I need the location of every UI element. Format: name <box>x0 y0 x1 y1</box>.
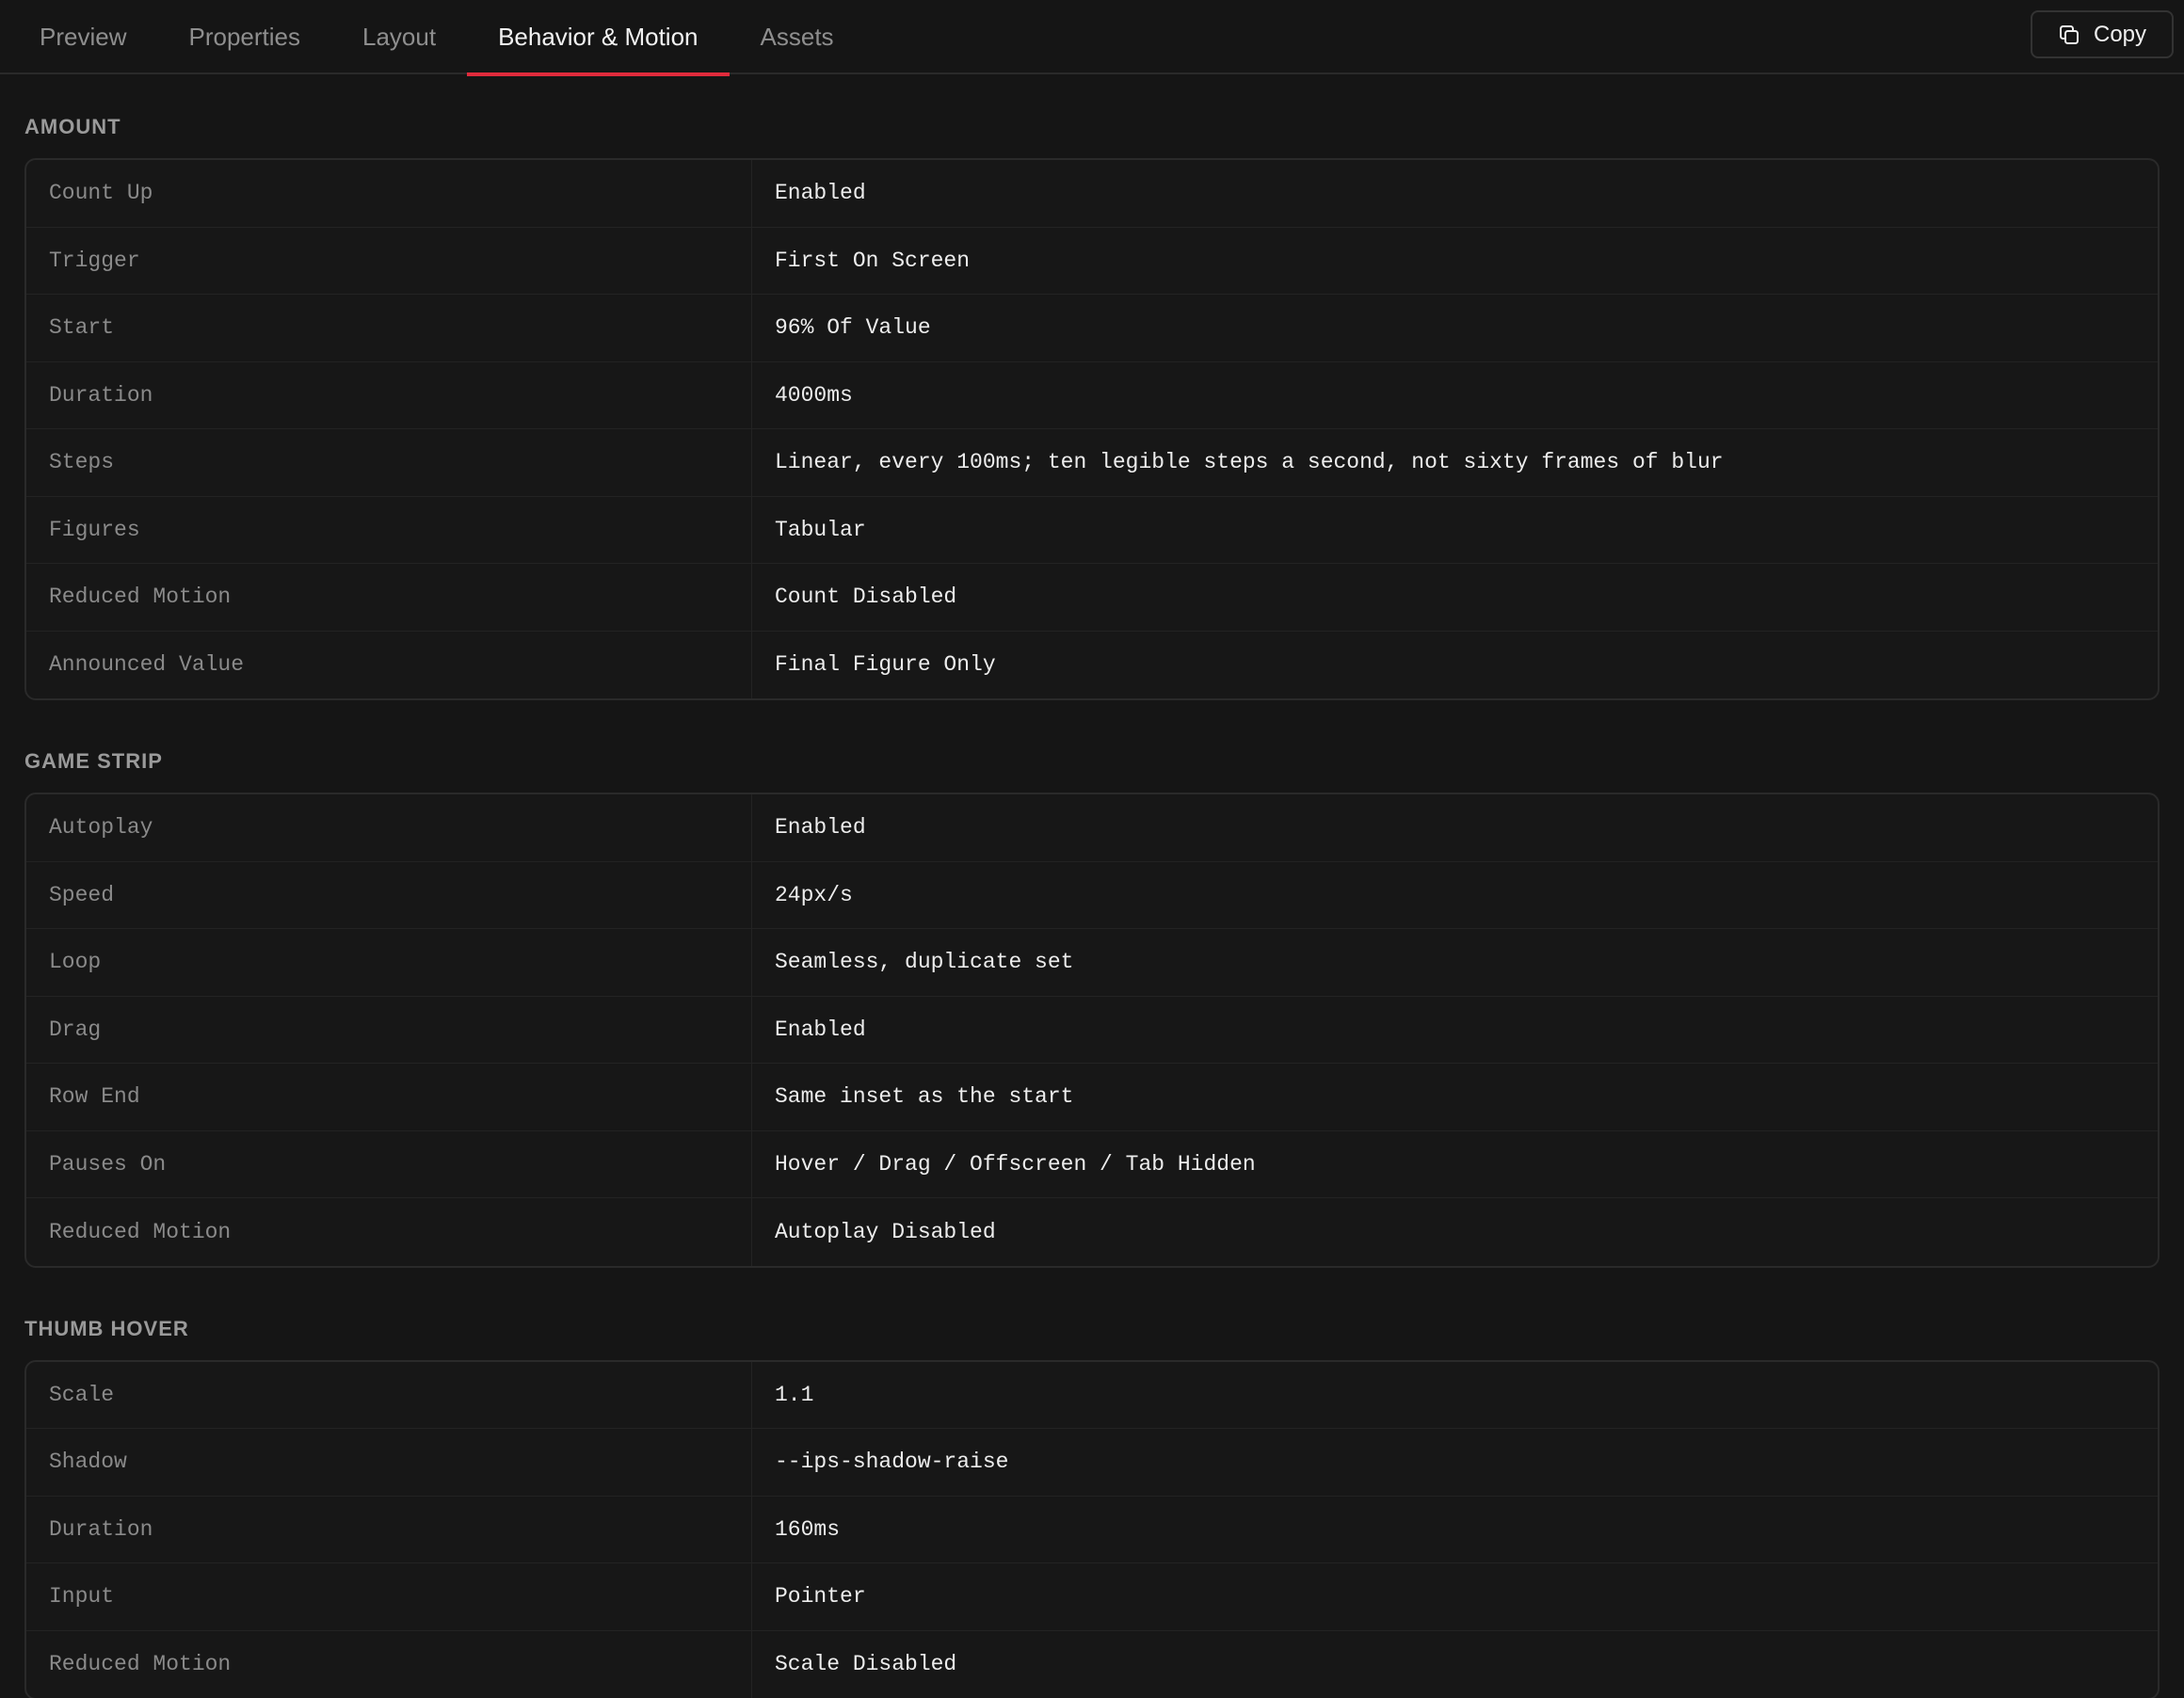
properties-table: Count Up Enabled Trigger First On Screen S… <box>24 158 2160 700</box>
row-key: Autoplay <box>26 794 752 861</box>
row-key: Start <box>26 295 752 361</box>
row-key: Speed <box>26 861 752 928</box>
tab-layout[interactable]: Layout <box>331 0 467 74</box>
table-row: Drag Enabled <box>26 996 2158 1064</box>
section-title: THUMB HOVER <box>24 1316 189 1340</box>
row-key: Reduced Motion <box>26 1630 752 1698</box>
tab-behavior-motion[interactable]: Behavior & Motion <box>467 0 730 76</box>
table-row: Autoplay Enabled <box>26 794 2158 862</box>
table-row: Pauses On Hover / Drag / Offscreen / Tab … <box>26 1130 2158 1198</box>
row-key: Duration <box>26 361 752 428</box>
row-key: Shadow <box>26 1429 752 1496</box>
row-value: Enabled <box>775 815 866 841</box>
table-row: Trigger First On Screen <box>26 227 2158 295</box>
row-value: 160ms <box>775 1516 841 1542</box>
row-value: Enabled <box>775 1017 866 1042</box>
section-game-strip: GAME STRIP Autoplay Enabled Speed 24px/s L… <box>24 700 2160 1268</box>
row-value: 96% Of Value <box>775 315 931 341</box>
table-row: Steps Linear, every 100ms; ten legible st… <box>26 429 2158 497</box>
row-value: Final Figure Only <box>775 652 996 678</box>
table-row: Start 96% Of Value <box>26 295 2158 362</box>
row-key: Row End <box>26 1064 752 1130</box>
table-row: Input Pointer <box>26 1563 2158 1631</box>
row-key: Announced Value <box>26 631 752 698</box>
table-row: Duration 4000ms <box>26 361 2158 429</box>
tab-bar: Preview Properties Layout Behavior & Mot… <box>0 0 2184 76</box>
row-value: 4000ms <box>775 382 853 408</box>
section-title: AMOUNT <box>24 115 121 138</box>
copy-icon <box>2058 24 2080 46</box>
row-value: Enabled <box>775 181 866 206</box>
row-value: Same inset as the start <box>775 1084 1074 1110</box>
row-key: Drag <box>26 996 752 1063</box>
row-key: Reduced Motion <box>26 564 752 631</box>
table-row: Count Up Enabled <box>26 160 2158 228</box>
copy-button-label: Copy <box>2093 21 2147 47</box>
tab-preview[interactable]: Preview <box>8 0 157 74</box>
tab-assets[interactable]: Assets <box>730 0 865 74</box>
row-value: Linear, every 100ms; ten legible steps a… <box>775 450 1724 475</box>
row-key: Duration <box>26 1496 752 1562</box>
table-row: Reduced Motion Autoplay Disabled <box>26 1198 2158 1266</box>
row-value: Hover / Drag / Offscreen / Tab Hidden <box>775 1151 1256 1177</box>
properties-table: Scale 1.1 Shadow --ips-shadow-raise Durati… <box>24 1359 2160 1698</box>
row-value: Scale Disabled <box>775 1652 957 1677</box>
row-value: 24px/s <box>775 882 853 907</box>
table-row: Reduced Motion Scale Disabled <box>26 1630 2158 1698</box>
row-key: Figures <box>26 496 752 563</box>
copy-button[interactable]: Copy <box>2031 10 2174 58</box>
table-row: Shadow --ips-shadow-raise <box>26 1429 2158 1497</box>
tab-list: Preview Properties Layout Behavior & Mot… <box>8 0 865 76</box>
row-value: Autoplay Disabled <box>775 1219 996 1244</box>
row-key: Scale <box>26 1361 752 1428</box>
row-value: 1.1 <box>775 1382 814 1407</box>
table-row: Speed 24px/s <box>26 861 2158 929</box>
table-row: Announced Value Final Figure Only <box>26 631 2158 698</box>
row-value: First On Screen <box>775 248 971 273</box>
row-key: Trigger <box>26 227 752 294</box>
row-value: Seamless, duplicate set <box>775 950 1074 975</box>
row-value: Pointer <box>775 1584 866 1610</box>
section-amount: AMOUNT Count Up Enabled Trigger First On S… <box>24 74 2160 700</box>
row-key: Pauses On <box>26 1130 752 1197</box>
properties-table: Autoplay Enabled Speed 24px/s Loop Seamless… <box>24 793 2160 1268</box>
row-value: Count Disabled <box>775 585 957 610</box>
tab-properties[interactable]: Properties <box>157 0 331 74</box>
row-value: --ips-shadow-raise <box>775 1450 1009 1475</box>
table-row: Row End Same inset as the start <box>26 1064 2158 1131</box>
behavior-content: AMOUNT Count Up Enabled Trigger First On S… <box>0 74 2184 1698</box>
row-key: Reduced Motion <box>26 1198 752 1266</box>
row-key: Loop <box>26 929 752 996</box>
row-key: Count Up <box>26 160 752 227</box>
section-title: GAME STRIP <box>24 749 163 773</box>
row-key: Input <box>26 1563 752 1630</box>
table-row: Loop Seamless, duplicate set <box>26 929 2158 997</box>
row-key: Steps <box>26 429 752 496</box>
section-thumb-hover: THUMB HOVER Scale 1.1 Shadow --ips-shadow-… <box>24 1268 2160 1698</box>
row-value: Tabular <box>775 517 866 542</box>
table-row: Duration 160ms <box>26 1496 2158 1563</box>
table-row: Scale 1.1 <box>26 1361 2158 1429</box>
table-row: Reduced Motion Count Disabled <box>26 564 2158 632</box>
table-row: Figures Tabular <box>26 496 2158 564</box>
